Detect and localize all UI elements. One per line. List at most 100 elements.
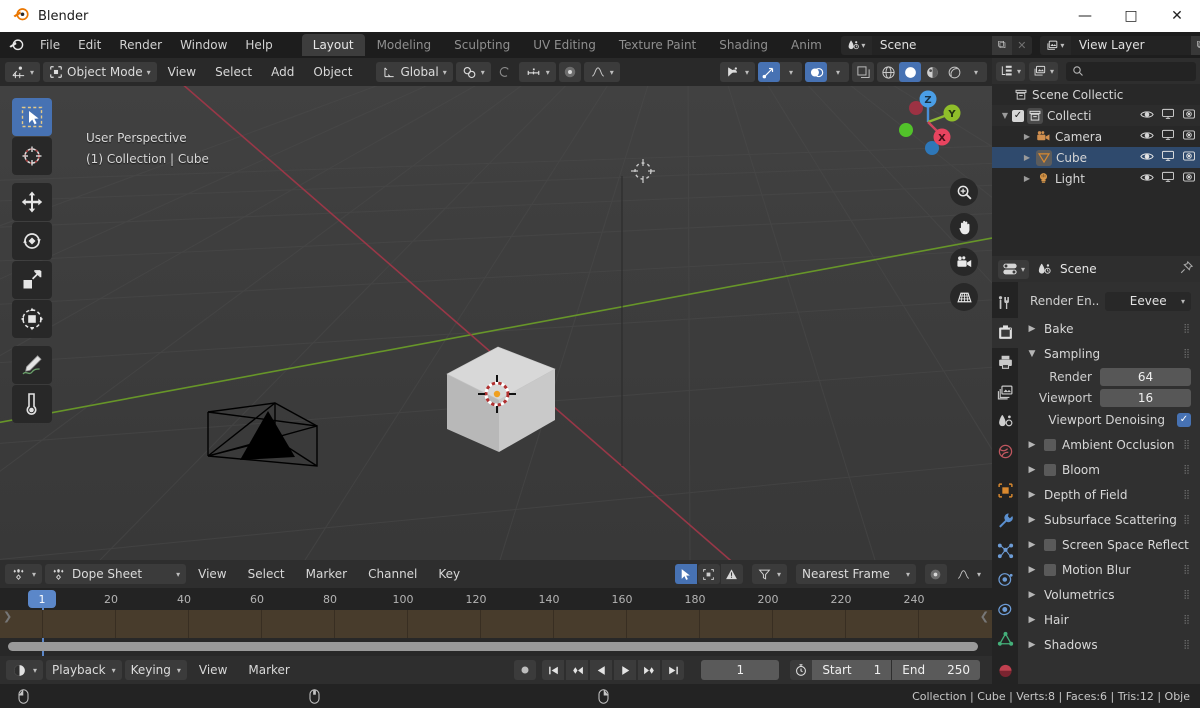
outliner-row-light[interactable]: ▶ Light <box>992 168 1200 189</box>
rotate-tool[interactable] <box>12 222 52 260</box>
close-button[interactable]: ✕ <box>1154 0 1200 32</box>
disclosure-triangle-icon[interactable]: ▼ <box>998 111 1012 120</box>
transform-tool[interactable] <box>12 300 52 338</box>
monitor-icon[interactable] <box>1161 171 1175 186</box>
zoom-icon[interactable] <box>950 178 978 206</box>
viewport-menu-select[interactable]: Select <box>207 62 260 82</box>
dopesheet-menu-key[interactable]: Key <box>429 564 469 584</box>
timeline-editor-type-button[interactable]: ▾ <box>6 660 44 680</box>
outliner-search-input[interactable] <box>1066 61 1196 81</box>
unlink-scene-button[interactable]: ✕ <box>1011 35 1032 55</box>
dopesheet-mode-dropdown[interactable]: Dope Sheet ▾ <box>45 564 187 584</box>
dopesheet-menu-channel[interactable]: Channel <box>359 564 426 584</box>
outliner-display-mode-dropdown[interactable]: ▾ <box>1029 61 1059 81</box>
menu-window[interactable]: Window <box>171 35 236 55</box>
panel-checkbox[interactable] <box>1044 438 1056 451</box>
outliner-row-camera[interactable]: ▶ Camera <box>992 126 1200 147</box>
play-icon[interactable] <box>614 660 637 680</box>
outliner-editor[interactable]: ▾ ▾ Scene Collectic ▼ ✓ Collecti ▶ Camer… <box>992 58 1200 256</box>
measure-tool[interactable] <box>12 385 52 423</box>
shading-rendered-button[interactable] <box>943 62 965 82</box>
monitor-icon[interactable] <box>1161 150 1175 165</box>
menu-edit[interactable]: Edit <box>69 35 110 55</box>
dopesheet-ruler[interactable]: 20 40 60 80 100 120 140 160 180 200 220 … <box>0 588 992 610</box>
camera-icon[interactable] <box>950 248 978 276</box>
tab-constraints[interactable] <box>992 595 1018 625</box>
tab-object[interactable] <box>992 476 1018 506</box>
jump-to-next-keyframe-icon[interactable] <box>638 660 661 680</box>
new-viewlayer-button[interactable]: ⧉ <box>1190 35 1200 55</box>
use-preview-range-icon[interactable] <box>790 660 813 680</box>
annotate-tool[interactable] <box>12 346 52 384</box>
shading-material-preview-button[interactable] <box>921 62 943 82</box>
camera-render-icon[interactable] <box>1182 129 1196 144</box>
region-toggle-left-icon[interactable]: ❯ <box>3 610 12 623</box>
proportional-editing-icon[interactable] <box>924 564 947 584</box>
tab-particles[interactable] <box>992 535 1018 565</box>
new-scene-button[interactable]: ⧉ <box>991 35 1012 55</box>
show-overlays-toggle[interactable] <box>805 62 827 82</box>
shading-solid-button[interactable] <box>899 62 921 82</box>
timeline-menu-marker[interactable]: Marker <box>239 660 298 680</box>
current-frame-indicator[interactable]: 1 <box>28 590 56 608</box>
disclosure-triangle-icon[interactable]: ▶ <box>1020 153 1034 162</box>
panel-screen-space-reflections[interactable]: ▶ Screen Space Reflect <box>1018 532 1200 557</box>
dopesheet-horizontal-scrollbar[interactable] <box>8 642 978 651</box>
scene-icon[interactable]: ▾ <box>840 35 872 55</box>
tab-world[interactable] <box>992 437 1018 467</box>
show-hidden-icon[interactable] <box>697 564 720 584</box>
menu-file[interactable]: File <box>31 35 69 55</box>
properties-editor[interactable]: ▾ Scene Render En.. Eevee ▾ ▶ Bake ⣿ ▼ S… <box>992 256 1200 684</box>
tab-texture-paint[interactable]: Texture Paint <box>608 34 707 56</box>
transform-orientation-dropdown[interactable]: Global ▾ <box>376 62 453 82</box>
panel-bloom[interactable]: ▶ Bloom ⣿ <box>1018 457 1200 482</box>
tab-material[interactable] <box>992 654 1018 684</box>
timeline-menu-view[interactable]: View <box>190 660 236 680</box>
tab-layout[interactable]: Layout <box>301 34 365 56</box>
scene-name-value[interactable]: Scene <box>871 35 992 55</box>
monitor-icon[interactable] <box>1161 129 1175 144</box>
tab-animation[interactable]: Anim <box>780 34 833 56</box>
dopesheet-menu-select[interactable]: Select <box>239 564 294 584</box>
timeline-keying-dropdown[interactable]: Keying ▾ <box>124 660 187 680</box>
play-reverse-icon[interactable] <box>590 660 613 680</box>
start-frame-input[interactable]: Start 1 <box>812 660 892 680</box>
jump-to-previous-keyframe-icon[interactable] <box>566 660 589 680</box>
eye-icon[interactable] <box>1140 151 1154 165</box>
show-gizmo-toggle[interactable] <box>758 62 780 82</box>
jump-to-start-icon[interactable] <box>542 660 565 680</box>
viewport-menu-object[interactable]: Object <box>305 62 360 82</box>
panel-bake[interactable]: ▶ Bake ⣿ <box>1018 316 1200 341</box>
panel-motion-blur[interactable]: ▶ Motion Blur ⣿ <box>1018 557 1200 582</box>
tab-tool[interactable] <box>992 288 1018 318</box>
shading-wireframe-button[interactable] <box>877 62 899 82</box>
cursor-tool[interactable] <box>12 137 52 175</box>
snap-magnet-dropdown[interactable]: ▾ <box>455 62 491 82</box>
viewport-menu-view[interactable]: View <box>160 62 204 82</box>
menu-render[interactable]: Render <box>110 35 171 55</box>
eye-icon[interactable] <box>1140 130 1154 144</box>
outliner-row-collection[interactable]: ▼ ✓ Collecti <box>992 105 1200 126</box>
dopesheet-filter-dropdown[interactable]: ▾ <box>751 564 787 584</box>
jump-to-end-icon[interactable] <box>662 660 685 680</box>
sampling-viewport-input[interactable]: 16 <box>1100 388 1191 407</box>
move-tool[interactable] <box>12 183 52 221</box>
error-icon[interactable] <box>720 564 743 584</box>
only-show-selected-icon[interactable] <box>674 564 697 584</box>
hand-icon[interactable] <box>950 213 978 241</box>
dope-sheet-editor[interactable]: ▾ Dope Sheet ▾ View Select Marker Channe… <box>0 560 992 656</box>
navigation-gizmo[interactable]: Z Y X <box>892 86 964 158</box>
disclosure-triangle-icon[interactable]: ▶ <box>1020 174 1034 183</box>
record-icon[interactable] <box>514 660 537 680</box>
tab-output[interactable] <box>992 348 1018 378</box>
eye-icon[interactable] <box>1140 172 1154 186</box>
xray-toggle[interactable] <box>852 62 874 82</box>
sampling-render-input[interactable]: 64 <box>1100 367 1191 386</box>
view-layer-icon[interactable]: ▾ <box>1039 35 1071 55</box>
visibility-dropdown[interactable]: ▾ <box>719 62 755 82</box>
tab-sculpting[interactable]: Sculpting <box>443 34 521 56</box>
current-frame-input[interactable]: 1 <box>701 660 780 680</box>
gizmo-options-chevron-down-icon[interactable]: ▾ <box>780 62 802 82</box>
end-frame-input[interactable]: End 250 <box>892 660 980 680</box>
render-engine-dropdown[interactable]: Eevee ▾ <box>1105 291 1191 311</box>
